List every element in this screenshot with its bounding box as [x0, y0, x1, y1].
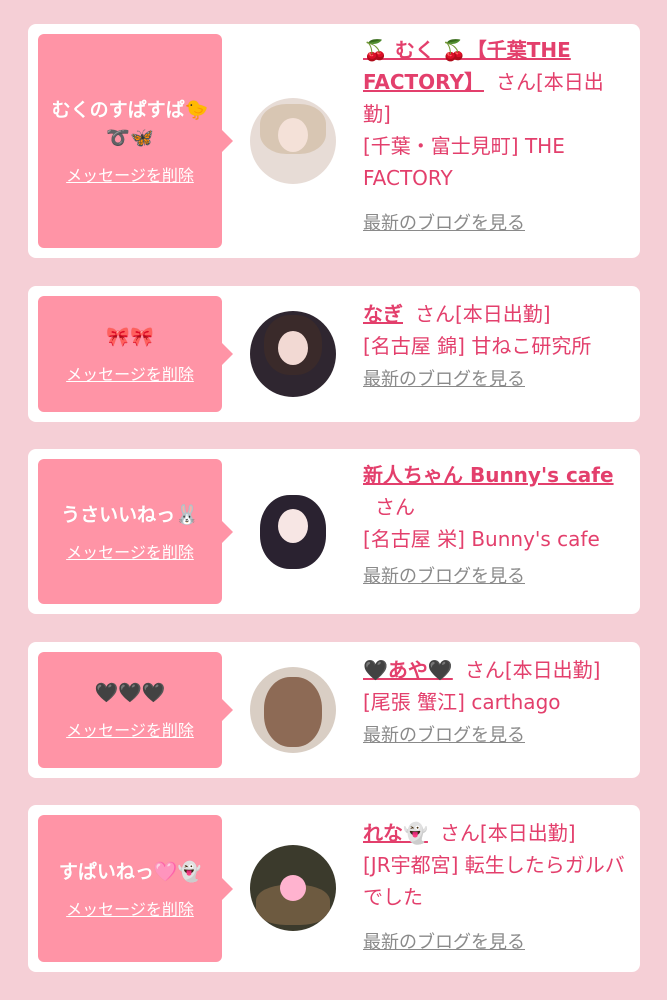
latest-blog-link[interactable]: 最新のブログを見る	[363, 561, 525, 593]
honorific: さん	[439, 821, 480, 845]
profile-info: 🖤あや🖤 さん[本日出勤] [尾張 蟹江] carthago 最新のブログを見る	[363, 654, 631, 752]
message-bubble: 🎀🎀 メッセージを削除	[38, 296, 233, 412]
profile-name-link[interactable]: れな👻	[363, 821, 428, 845]
avatar[interactable]	[250, 311, 336, 397]
profile-info: 🍒 むく 🍒【千葉THE FACTORY】 さん[本日出勤] [千葉・富士見町] …	[363, 34, 631, 240]
status-text: [本日出勤]	[504, 658, 601, 682]
message-card: 🖤🖤🖤 メッセージを削除 🖤あや🖤 さん[本日出勤] [尾張 蟹江] cartha…	[28, 642, 640, 778]
delete-message-link[interactable]: メッセージを削除	[66, 361, 194, 385]
profile-name-link[interactable]: 新人ちゃん Bunny's cafe	[363, 463, 614, 487]
delete-message-link[interactable]: メッセージを削除	[66, 717, 194, 741]
message-bubble: 🖤🖤🖤 メッセージを削除	[38, 652, 233, 768]
latest-blog-link[interactable]: 最新のブログを見る	[363, 720, 525, 752]
profile-info: 新人ちゃん Bunny's cafe さん [名古屋 栄] Bunny's caf…	[363, 459, 631, 593]
message-bubble: すぱいねっ🩷👻 メッセージを削除	[38, 815, 233, 962]
delete-message-link[interactable]: メッセージを削除	[66, 539, 194, 563]
shop-text: [名古屋 栄] Bunny's cafe	[363, 527, 600, 551]
profile-name-link[interactable]: なぎ	[363, 302, 403, 326]
favorite-message-list: むくのすぱすぱ🐤 ➰🦋 メッセージを削除 🍒 むく 🍒【千葉THE FACTOR…	[0, 0, 667, 1000]
avatar[interactable]	[250, 845, 336, 931]
honorific: さん	[375, 495, 415, 519]
message-bubble: むくのすぱすぱ🐤 ➰🦋 メッセージを削除	[38, 34, 233, 248]
message-text: 🎀🎀	[106, 326, 154, 348]
profile-info: れな👻 さん[本日出勤] [JR宇都宮] 転生したらガルバでした 最新のブログを見…	[363, 817, 631, 959]
profile-info: なぎ さん[本日出勤] [名古屋 錦] 甘ねこ研究所 最新のブログを見る	[363, 298, 631, 396]
message-card: うさいいねっ🐰 メッセージを削除 新人ちゃん Bunny's cafe さん [名…	[28, 449, 640, 614]
status-text: [本日出勤]	[479, 821, 576, 845]
delete-message-link[interactable]: メッセージを削除	[66, 162, 194, 186]
message-card: むくのすぱすぱ🐤 ➰🦋 メッセージを削除 🍒 むく 🍒【千葉THE FACTOR…	[28, 24, 640, 258]
message-card: すぱいねっ🩷👻 メッセージを削除 れな👻 さん[本日出勤] [JR宇都宮] 転生し…	[28, 805, 640, 972]
avatar[interactable]	[250, 489, 336, 575]
latest-blog-link[interactable]: 最新のブログを見る	[363, 364, 525, 396]
delete-message-link[interactable]: メッセージを削除	[66, 896, 194, 920]
honorific: さん	[495, 70, 536, 94]
avatar[interactable]	[250, 98, 336, 184]
message-card: 🎀🎀 メッセージを削除 なぎ さん[本日出勤] [名古屋 錦] 甘ねこ研究所 最新…	[28, 286, 640, 422]
status-text: [本日出勤]	[455, 302, 551, 326]
message-bubble: うさいいねっ🐰 メッセージを削除	[38, 459, 233, 604]
shop-text: [千葉・富士見町] THE FACTORY	[363, 134, 565, 190]
avatar[interactable]	[250, 667, 336, 753]
honorific: さん	[464, 658, 505, 682]
latest-blog-link[interactable]: 最新のブログを見る	[363, 208, 525, 240]
message-text: うさいいねっ🐰	[61, 503, 199, 526]
message-text: むくのすぱすぱ🐤 ➰🦋	[51, 99, 209, 149]
latest-blog-link[interactable]: 最新のブログを見る	[363, 927, 525, 959]
shop-text: [JR宇都宮] 転生したらガルバでした	[363, 853, 625, 909]
profile-name-link[interactable]: 🖤あや🖤	[363, 658, 453, 682]
honorific: さん	[415, 302, 455, 326]
message-text: 🖤🖤🖤	[94, 682, 166, 704]
shop-text: [名古屋 錦] 甘ねこ研究所	[363, 334, 592, 358]
message-text: すぱいねっ🩷👻	[58, 860, 202, 883]
shop-text: [尾張 蟹江] carthago	[363, 690, 561, 714]
